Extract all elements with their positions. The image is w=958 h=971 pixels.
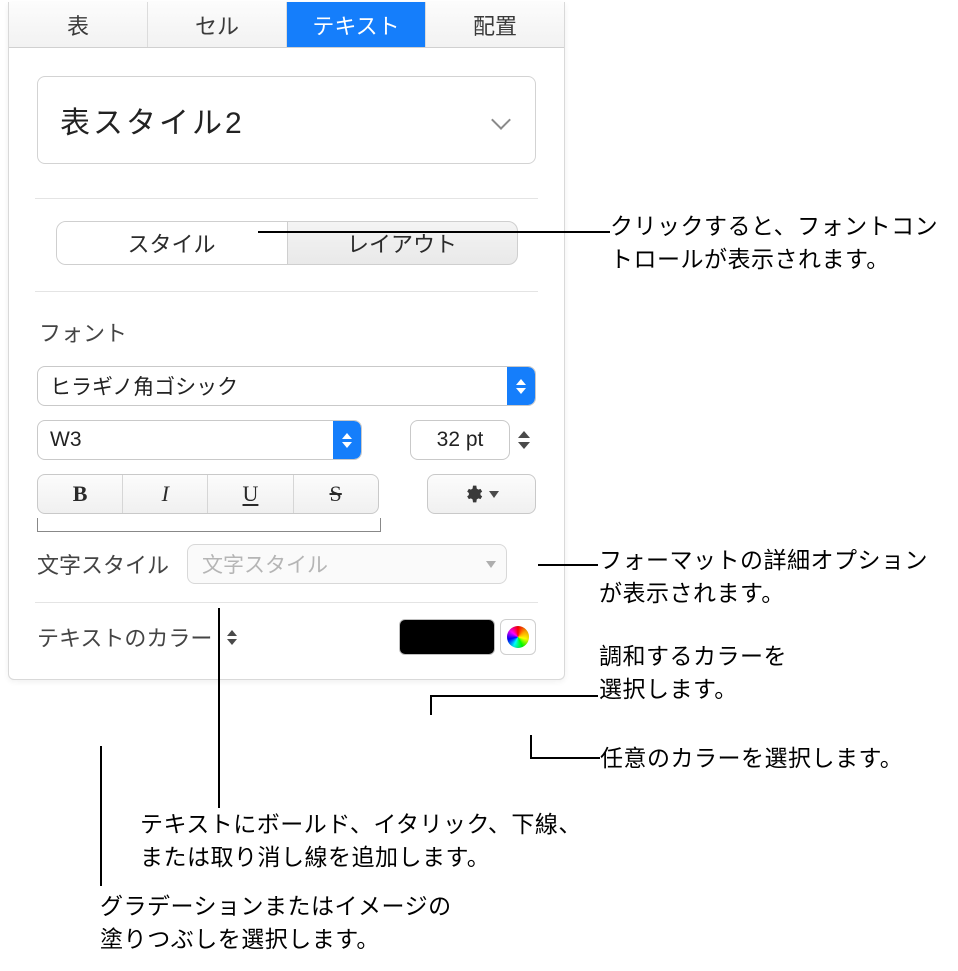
gear-icon <box>463 484 483 504</box>
advanced-options-button[interactable] <box>427 474 536 514</box>
color-wheel-icon <box>507 626 529 648</box>
segment-layout[interactable]: レイアウト <box>287 222 517 264</box>
font-size-field[interactable]: 32 pt <box>410 420 510 460</box>
text-color-fill-popup[interactable] <box>218 622 246 652</box>
segment-style[interactable]: スタイル <box>57 222 287 264</box>
leader-line <box>218 608 220 808</box>
color-wheel-button[interactable] <box>500 619 536 655</box>
tab-arrange[interactable]: 配置 <box>426 2 564 47</box>
callout-style-tab: クリックすると、フォントコントロールが表示されます。 <box>610 210 950 277</box>
stepper-up-icon <box>518 431 530 438</box>
tab-table[interactable]: 表 <box>9 2 148 47</box>
char-style-placeholder: 文字スタイル <box>202 549 328 579</box>
tab-text[interactable]: テキスト <box>287 2 426 47</box>
leader-line <box>530 757 600 759</box>
format-tabs: 表 セル テキスト 配置 <box>9 2 564 48</box>
char-style-popup[interactable]: 文字スタイル <box>187 544 507 584</box>
font-family-popup[interactable]: ヒラギノ角ゴシック <box>37 366 536 406</box>
callout-wheel: 任意のカラーを選択します。 <box>600 742 950 775</box>
leader-line <box>258 231 610 233</box>
italic-button[interactable]: I <box>123 475 208 513</box>
callout-advanced: フォーマットの詳細オプションが表示されます。 <box>599 544 949 611</box>
divider <box>35 291 538 292</box>
bold-button[interactable]: B <box>38 475 123 513</box>
callout-swatch: 調和するカラーを 選択します。 <box>599 640 919 707</box>
style-layout-segment: スタイル レイアウト <box>56 221 518 265</box>
callout-gradient: グラデーションまたはイメージの 塗りつぶしを選択します。 <box>100 890 620 957</box>
font-weight-popup[interactable]: W3 <box>37 420 362 460</box>
font-size-stepper[interactable] <box>516 420 536 460</box>
inspector-panel: 表 セル テキスト 配置 表スタイル2 スタイル レイアウト フォント ヒラギノ… <box>8 2 565 680</box>
tab-cell[interactable]: セル <box>148 2 287 47</box>
leader-line <box>100 746 102 886</box>
chevron-down-icon <box>489 491 499 498</box>
double-arrow-icon <box>507 367 535 405</box>
chevron-down-icon <box>491 109 513 131</box>
double-arrow-icon <box>333 421 361 459</box>
leader-line <box>430 695 598 697</box>
font-section-heading: フォント <box>39 316 536 348</box>
text-style-segment: B I U S <box>37 474 379 514</box>
font-size-value: 32 pt <box>437 428 484 452</box>
bius-bracket <box>37 518 381 532</box>
font-family-value: ヒラギノ角ゴシック <box>50 371 238 401</box>
leader-line <box>530 735 532 757</box>
char-style-label: 文字スタイル <box>37 548 169 580</box>
underline-button[interactable]: U <box>208 475 293 513</box>
stepper-down-icon <box>518 442 530 449</box>
text-color-label: テキストのカラー <box>37 621 212 653</box>
font-weight-value: W3 <box>50 428 82 452</box>
paragraph-style-label: 表スタイル2 <box>60 98 245 142</box>
strikethrough-button[interactable]: S <box>294 475 378 513</box>
leader-line <box>538 564 598 566</box>
chevron-down-icon <box>486 561 496 568</box>
leader-line <box>430 695 432 715</box>
paragraph-style-popup[interactable]: 表スタイル2 <box>37 76 536 164</box>
callout-bius: テキストにボールド、イタリック、下線、 または取り消し線を追加します。 <box>140 808 760 875</box>
text-color-swatch[interactable] <box>399 619 495 655</box>
